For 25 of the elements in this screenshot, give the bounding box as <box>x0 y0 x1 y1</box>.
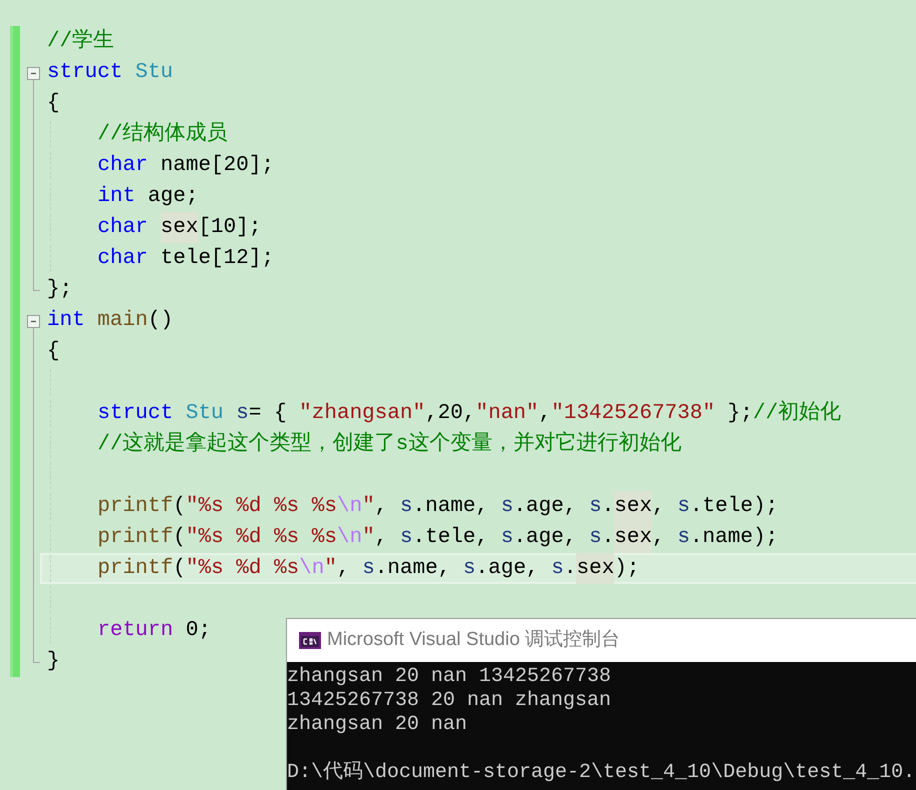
code-line: //学生 <box>46 28 116 55</box>
code-line: struct Stu <box>46 60 174 86</box>
console-output-line: zhangsan 20 nan 13425267738 <box>287 665 612 688</box>
code-line: char name[20]; <box>40 150 276 181</box>
code-line: int main() <box>46 308 174 334</box>
fold-toggle-icon[interactable] <box>27 67 40 80</box>
console-output-line: zhangsan 20 nan <box>287 713 468 736</box>
code-line: { <box>46 90 61 117</box>
code-line: { <box>46 338 61 365</box>
code-line: int age; <box>40 181 200 212</box>
code-line: struct Stu s= { "zhangsan",20,"nan","13425267738" };//初始化 <box>40 398 844 429</box>
code-line: char tele[12]; <box>40 243 276 274</box>
window-title: Microsoft Visual Studio 调试控制台 <box>327 628 620 652</box>
console-output-line: D:\代码\document-storage-2\test_4_10\Debug\test_4_10. <box>287 761 916 784</box>
code-line: }; <box>46 276 74 303</box>
code-line: return 0; <box>40 615 213 646</box>
console-icon <box>299 632 321 649</box>
code-line: printf("%s %d %s %s\n", s.name, s.age, s.sex, s.tele); <box>40 491 780 522</box>
code-line: } <box>46 648 61 675</box>
code-line: //这就是拿起这个类型，创建了s这个变量，并对它进行初始化 <box>40 429 684 460</box>
code-line: //结构体成员 <box>40 119 230 150</box>
console-output-line: 13425267738 20 nan zhangsan <box>287 689 612 712</box>
code-line: printf("%s %d %s %s\n", s.tele, s.age, s.sex, s.name); <box>40 522 780 553</box>
code-line: char sex[10]; <box>40 212 264 243</box>
fold-toggle-icon[interactable] <box>27 315 40 328</box>
